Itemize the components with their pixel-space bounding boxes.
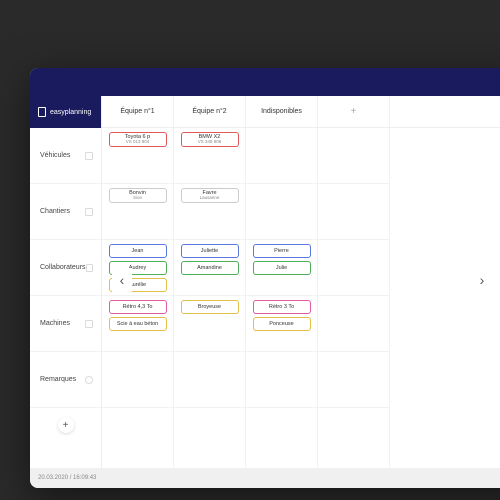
sidebar-row-collaborateurs[interactable]: Collaborateurs: [30, 240, 101, 296]
chat-icon: [85, 376, 93, 384]
scroll-left-button[interactable]: ‹: [112, 268, 132, 292]
footer: 20.03.2020 / 16:09:43: [30, 468, 500, 488]
chip-title: Scie à eau béton: [117, 321, 158, 327]
chip-title: Julie: [276, 265, 287, 271]
cell-vehicules-1[interactable]: Toyota 6 p VS 013 904: [102, 128, 173, 184]
column-headers: Équipe n°1 Équipe n°2 Indisponibles +: [102, 96, 500, 128]
timestamp: 20.03.2020 / 16:09:43: [38, 475, 96, 481]
chip-sub: Lausanne: [200, 196, 220, 201]
cell-collab-2[interactable]: Juliette Amandine: [174, 240, 245, 296]
cell-vehicules-2[interactable]: BMW X2 VS 345 906: [174, 128, 245, 184]
col-header-team2[interactable]: Équipe n°2: [174, 96, 246, 127]
sidebar-row-chantiers[interactable]: Chantiers: [30, 184, 101, 240]
chip-sub: VS 345 906: [198, 140, 222, 145]
chip-collab[interactable]: Pierre: [253, 244, 311, 258]
chip-title: Broyeuse: [198, 304, 221, 310]
chip-title: Juliette: [201, 248, 218, 254]
add-column-button[interactable]: +: [318, 96, 390, 127]
chip-machine[interactable]: Ponceuse: [253, 317, 311, 331]
chip-collab[interactable]: Amandine: [181, 261, 239, 275]
cell-chantiers-1[interactable]: Bonvin Sion: [102, 184, 173, 240]
cell-chantiers-3[interactable]: [246, 184, 317, 240]
chip-title: Pierre: [274, 248, 289, 254]
chip-machine[interactable]: Rétro 4,3 To: [109, 300, 167, 314]
chip-collab[interactable]: Julie: [253, 261, 311, 275]
chip-machine[interactable]: Broyeuse: [181, 300, 239, 314]
cell-empty[interactable]: [318, 296, 389, 352]
titlebar: prévisualiser: [30, 68, 500, 96]
people-icon: [86, 264, 93, 272]
sidebar-add-row: +: [30, 408, 101, 442]
chip-vehicle[interactable]: BMW X2 VS 345 906: [181, 132, 239, 147]
cell-empty[interactable]: [318, 128, 389, 184]
chip-sub: Sion: [133, 196, 142, 201]
content-area: easyplanning Véhicules Chantiers Collabo…: [30, 96, 500, 468]
sidebar-label: Véhicules: [40, 152, 70, 159]
cell-empty[interactable]: [318, 184, 389, 240]
chip-machine[interactable]: Scie à eau béton: [109, 317, 167, 331]
cell-collab-3[interactable]: Pierre Julie: [246, 240, 317, 296]
sidebar-label: Machines: [40, 320, 70, 327]
scroll-right-button[interactable]: ›: [472, 268, 492, 292]
cell-chantiers-2[interactable]: Favre Lausanne: [174, 184, 245, 240]
app-window: prévisualiser easyplanning Véhicules Cha…: [30, 68, 500, 488]
cell-machines-1[interactable]: Rétro 4,3 To Scie à eau béton: [102, 296, 173, 352]
add-row-button[interactable]: +: [58, 417, 74, 433]
cell-remarques-3[interactable]: [246, 352, 317, 408]
calendar-icon: [38, 107, 46, 117]
chip-title: Rétro 3 To: [269, 304, 294, 310]
chip-sub: VS 013 904: [126, 140, 150, 145]
gear-icon: [85, 320, 93, 328]
chip-title: Amandine: [197, 265, 222, 271]
chip-collab[interactable]: Jean: [109, 244, 167, 258]
grid-col-2: BMW X2 VS 345 906 Favre Lausanne Juliett…: [174, 128, 246, 468]
col-header-team1[interactable]: Équipe n°1: [102, 96, 174, 127]
sidebar-label: Remarques: [40, 376, 76, 383]
site-icon: [85, 208, 93, 216]
grid-col-1: Toyota 6 p VS 013 904 Bonvin Sion Jean A…: [102, 128, 174, 468]
chip-chantier[interactable]: Favre Lausanne: [181, 188, 239, 203]
sidebar-row-machines[interactable]: Machines: [30, 296, 101, 352]
cell-machines-2[interactable]: Broyeuse: [174, 296, 245, 352]
chip-title: Jean: [132, 248, 144, 254]
grid-col-3: Pierre Julie Rétro 3 To Ponceuse: [246, 128, 318, 468]
sidebar-row-remarques[interactable]: Remarques: [30, 352, 101, 408]
grid-col-4: [318, 128, 390, 468]
cell-empty[interactable]: [318, 240, 389, 296]
cell-machines-3[interactable]: Rétro 3 To Ponceuse: [246, 296, 317, 352]
sidebar: easyplanning Véhicules Chantiers Collabo…: [30, 96, 102, 468]
chip-machine[interactable]: Rétro 3 To: [253, 300, 311, 314]
brand: easyplanning: [30, 96, 101, 128]
sidebar-label: Collaborateurs: [40, 264, 86, 271]
planning-grid: Équipe n°1 Équipe n°2 Indisponibles + To…: [102, 96, 500, 468]
car-icon: [85, 152, 93, 160]
cell-empty[interactable]: [318, 352, 389, 408]
chip-chantier[interactable]: Bonvin Sion: [109, 188, 167, 203]
chip-title: Ponceuse: [269, 321, 293, 327]
cell-vehicules-3[interactable]: [246, 128, 317, 184]
cell-remarques-1[interactable]: [102, 352, 173, 408]
chip-collab[interactable]: Juliette: [181, 244, 239, 258]
chip-title: Rétro 4,3 To: [123, 304, 153, 310]
chip-vehicle[interactable]: Toyota 6 p VS 013 904: [109, 132, 167, 147]
grid-body: Toyota 6 p VS 013 904 Bonvin Sion Jean A…: [102, 128, 500, 468]
cell-remarques-2[interactable]: [174, 352, 245, 408]
sidebar-row-vehicules[interactable]: Véhicules: [30, 128, 101, 184]
sidebar-label: Chantiers: [40, 208, 70, 215]
col-header-unavailable[interactable]: Indisponibles: [246, 96, 318, 127]
brand-label: easyplanning: [50, 109, 91, 116]
